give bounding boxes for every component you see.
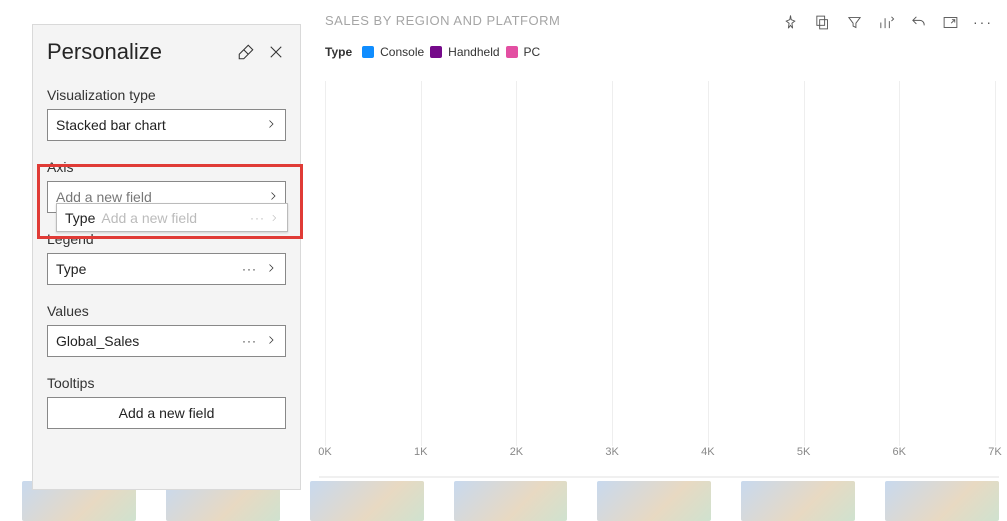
- chevron-right-icon: [263, 117, 277, 133]
- thumbnail: [885, 481, 999, 521]
- focus-mode-icon[interactable]: [941, 13, 959, 31]
- axis-label: Axis: [47, 159, 286, 175]
- thumbnail: [597, 481, 711, 521]
- axis-tick-label: 1K: [414, 446, 427, 458]
- dragged-field-type[interactable]: Type Add a new field ···: [56, 203, 288, 232]
- field-menu-icon[interactable]: ···: [236, 262, 263, 276]
- viz-type-select[interactable]: Stacked bar chart: [47, 109, 286, 141]
- axis-tick-label: 5K: [797, 446, 810, 458]
- legend-field[interactable]: Type ···: [47, 253, 286, 285]
- chevron-right-icon: [263, 333, 277, 349]
- visual-header: SALES BY REGION AND PLATFORM ···: [319, 13, 999, 31]
- more-options-icon[interactable]: ···: [973, 14, 993, 30]
- dragged-field-label: Type: [65, 210, 95, 226]
- axis-tick-label: 4K: [701, 446, 714, 458]
- filter-icon[interactable]: [845, 13, 863, 31]
- tooltips-label: Tooltips: [47, 375, 286, 391]
- tooltips-add-label: Add a new field: [119, 405, 215, 421]
- values-field[interactable]: Global_Sales ···: [47, 325, 286, 357]
- chevron-right-icon: [263, 261, 277, 277]
- legend-item-label[interactable]: Console: [380, 45, 424, 59]
- legend-value: Type: [56, 261, 236, 277]
- thumbnail: [310, 481, 424, 521]
- legend-swatch-handheld: [430, 46, 442, 58]
- legend-label: Legend: [47, 231, 286, 247]
- app-root: Personalize Visualization type Stacked b…: [0, 0, 1007, 521]
- chart-title: SALES BY REGION AND PLATFORM: [325, 13, 560, 28]
- close-icon[interactable]: [266, 42, 286, 62]
- field-menu-icon[interactable]: ···: [236, 334, 263, 348]
- chart-legend: Type Console Handheld PC: [325, 45, 999, 59]
- chart-visual: SALES BY REGION AND PLATFORM ··· Type Co…: [319, 13, 999, 478]
- axis-tick-label: 2K: [510, 446, 523, 458]
- undo-icon[interactable]: [909, 13, 927, 31]
- field-menu-icon: ···: [246, 211, 269, 225]
- chart-plot-area: [325, 81, 995, 446]
- chevron-right-icon: [269, 210, 279, 226]
- eraser-icon[interactable]: [236, 42, 256, 62]
- panel-title: Personalize: [47, 39, 162, 65]
- visual-actions: ···: [781, 13, 993, 31]
- axis-tick-label: 6K: [893, 446, 906, 458]
- legend-swatch-console: [362, 46, 374, 58]
- tooltips-add-button[interactable]: Add a new field: [47, 397, 286, 429]
- personalize-icon[interactable]: [877, 13, 895, 31]
- legend-title: Type: [325, 45, 352, 59]
- axis-tick-label: 0K: [318, 446, 331, 458]
- x-axis-labels: 0K1K2K3K4K5K6K7K: [325, 446, 995, 464]
- dragged-field-ghost: Add a new field: [101, 210, 246, 226]
- values-label: Values: [47, 303, 286, 319]
- copy-icon[interactable]: [813, 13, 831, 31]
- thumbnail: [741, 481, 855, 521]
- axis-tick-label: 7K: [988, 446, 1001, 458]
- pin-icon[interactable]: [781, 13, 799, 31]
- viz-type-label: Visualization type: [47, 87, 286, 103]
- personalize-panel: Personalize Visualization type Stacked b…: [32, 24, 301, 490]
- legend-item-label[interactable]: Handheld: [448, 45, 499, 59]
- panel-header: Personalize: [47, 39, 286, 65]
- legend-swatch-pc: [506, 46, 518, 58]
- axis-tick-label: 3K: [605, 446, 618, 458]
- gridlines: [325, 81, 995, 446]
- viz-type-value: Stacked bar chart: [56, 117, 263, 133]
- values-value: Global_Sales: [56, 333, 236, 349]
- thumbnail: [454, 481, 568, 521]
- legend-item-label[interactable]: PC: [524, 45, 541, 59]
